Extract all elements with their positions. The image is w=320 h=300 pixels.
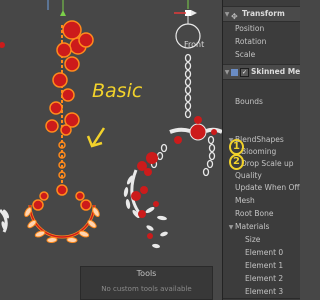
scene-viewport[interactable]: Front Basic Tools No custom tools availa… — [0, 0, 222, 300]
material-element-3[interactable]: Element 3 — [223, 285, 300, 298]
material-element-2[interactable]: Element 2 — [223, 272, 300, 285]
materials-size-label: Size — [245, 235, 261, 244]
gizmo-y-arrow — [60, 10, 66, 16]
divider — [223, 298, 300, 299]
basic-label: Basic — [92, 80, 143, 102]
tools-title: Tools — [136, 269, 157, 278]
step-two-marker: 2 — [229, 154, 244, 170]
basic-annotation — [86, 127, 106, 148]
gizmo-front-label: Front — [184, 40, 205, 49]
tools-message: No custom tools available — [101, 285, 192, 293]
caret-down-icon[interactable]: ▼ — [223, 8, 231, 22]
scale-label: Scale — [235, 50, 256, 59]
transform-header[interactable]: ▼ ✥ Transform — [223, 6, 300, 22]
materials-foldout[interactable]: ▼ Materials — [223, 220, 300, 233]
material-element-0[interactable]: Element 0 — [223, 246, 300, 259]
step-one-marker: 1 — [229, 139, 244, 155]
mesh-renderer-icon — [231, 68, 238, 76]
mesh-label: Mesh — [235, 196, 255, 205]
caret-down-icon[interactable]: ▼ — [223, 66, 231, 80]
skinned-mesh-header[interactable]: ▼✓Skinned Mesh — [223, 64, 300, 80]
chain-necklace — [123, 0, 222, 249]
transform-icon: ✥ — [231, 11, 238, 21]
bounds-label: Bounds — [235, 97, 263, 106]
position-label: Position — [235, 24, 265, 33]
rotation-label: Rotation — [235, 37, 267, 46]
enabled-checkbox[interactable]: ✓ — [240, 67, 249, 77]
basic-necklace — [24, 20, 100, 244]
tools-panel: Tools No custom tools available — [80, 266, 213, 300]
root-bone-label: Root Bone — [235, 209, 274, 218]
update-offscreen-label: Update When Offscreen — [235, 183, 300, 192]
material-element-1[interactable]: Element 1 — [223, 259, 300, 272]
